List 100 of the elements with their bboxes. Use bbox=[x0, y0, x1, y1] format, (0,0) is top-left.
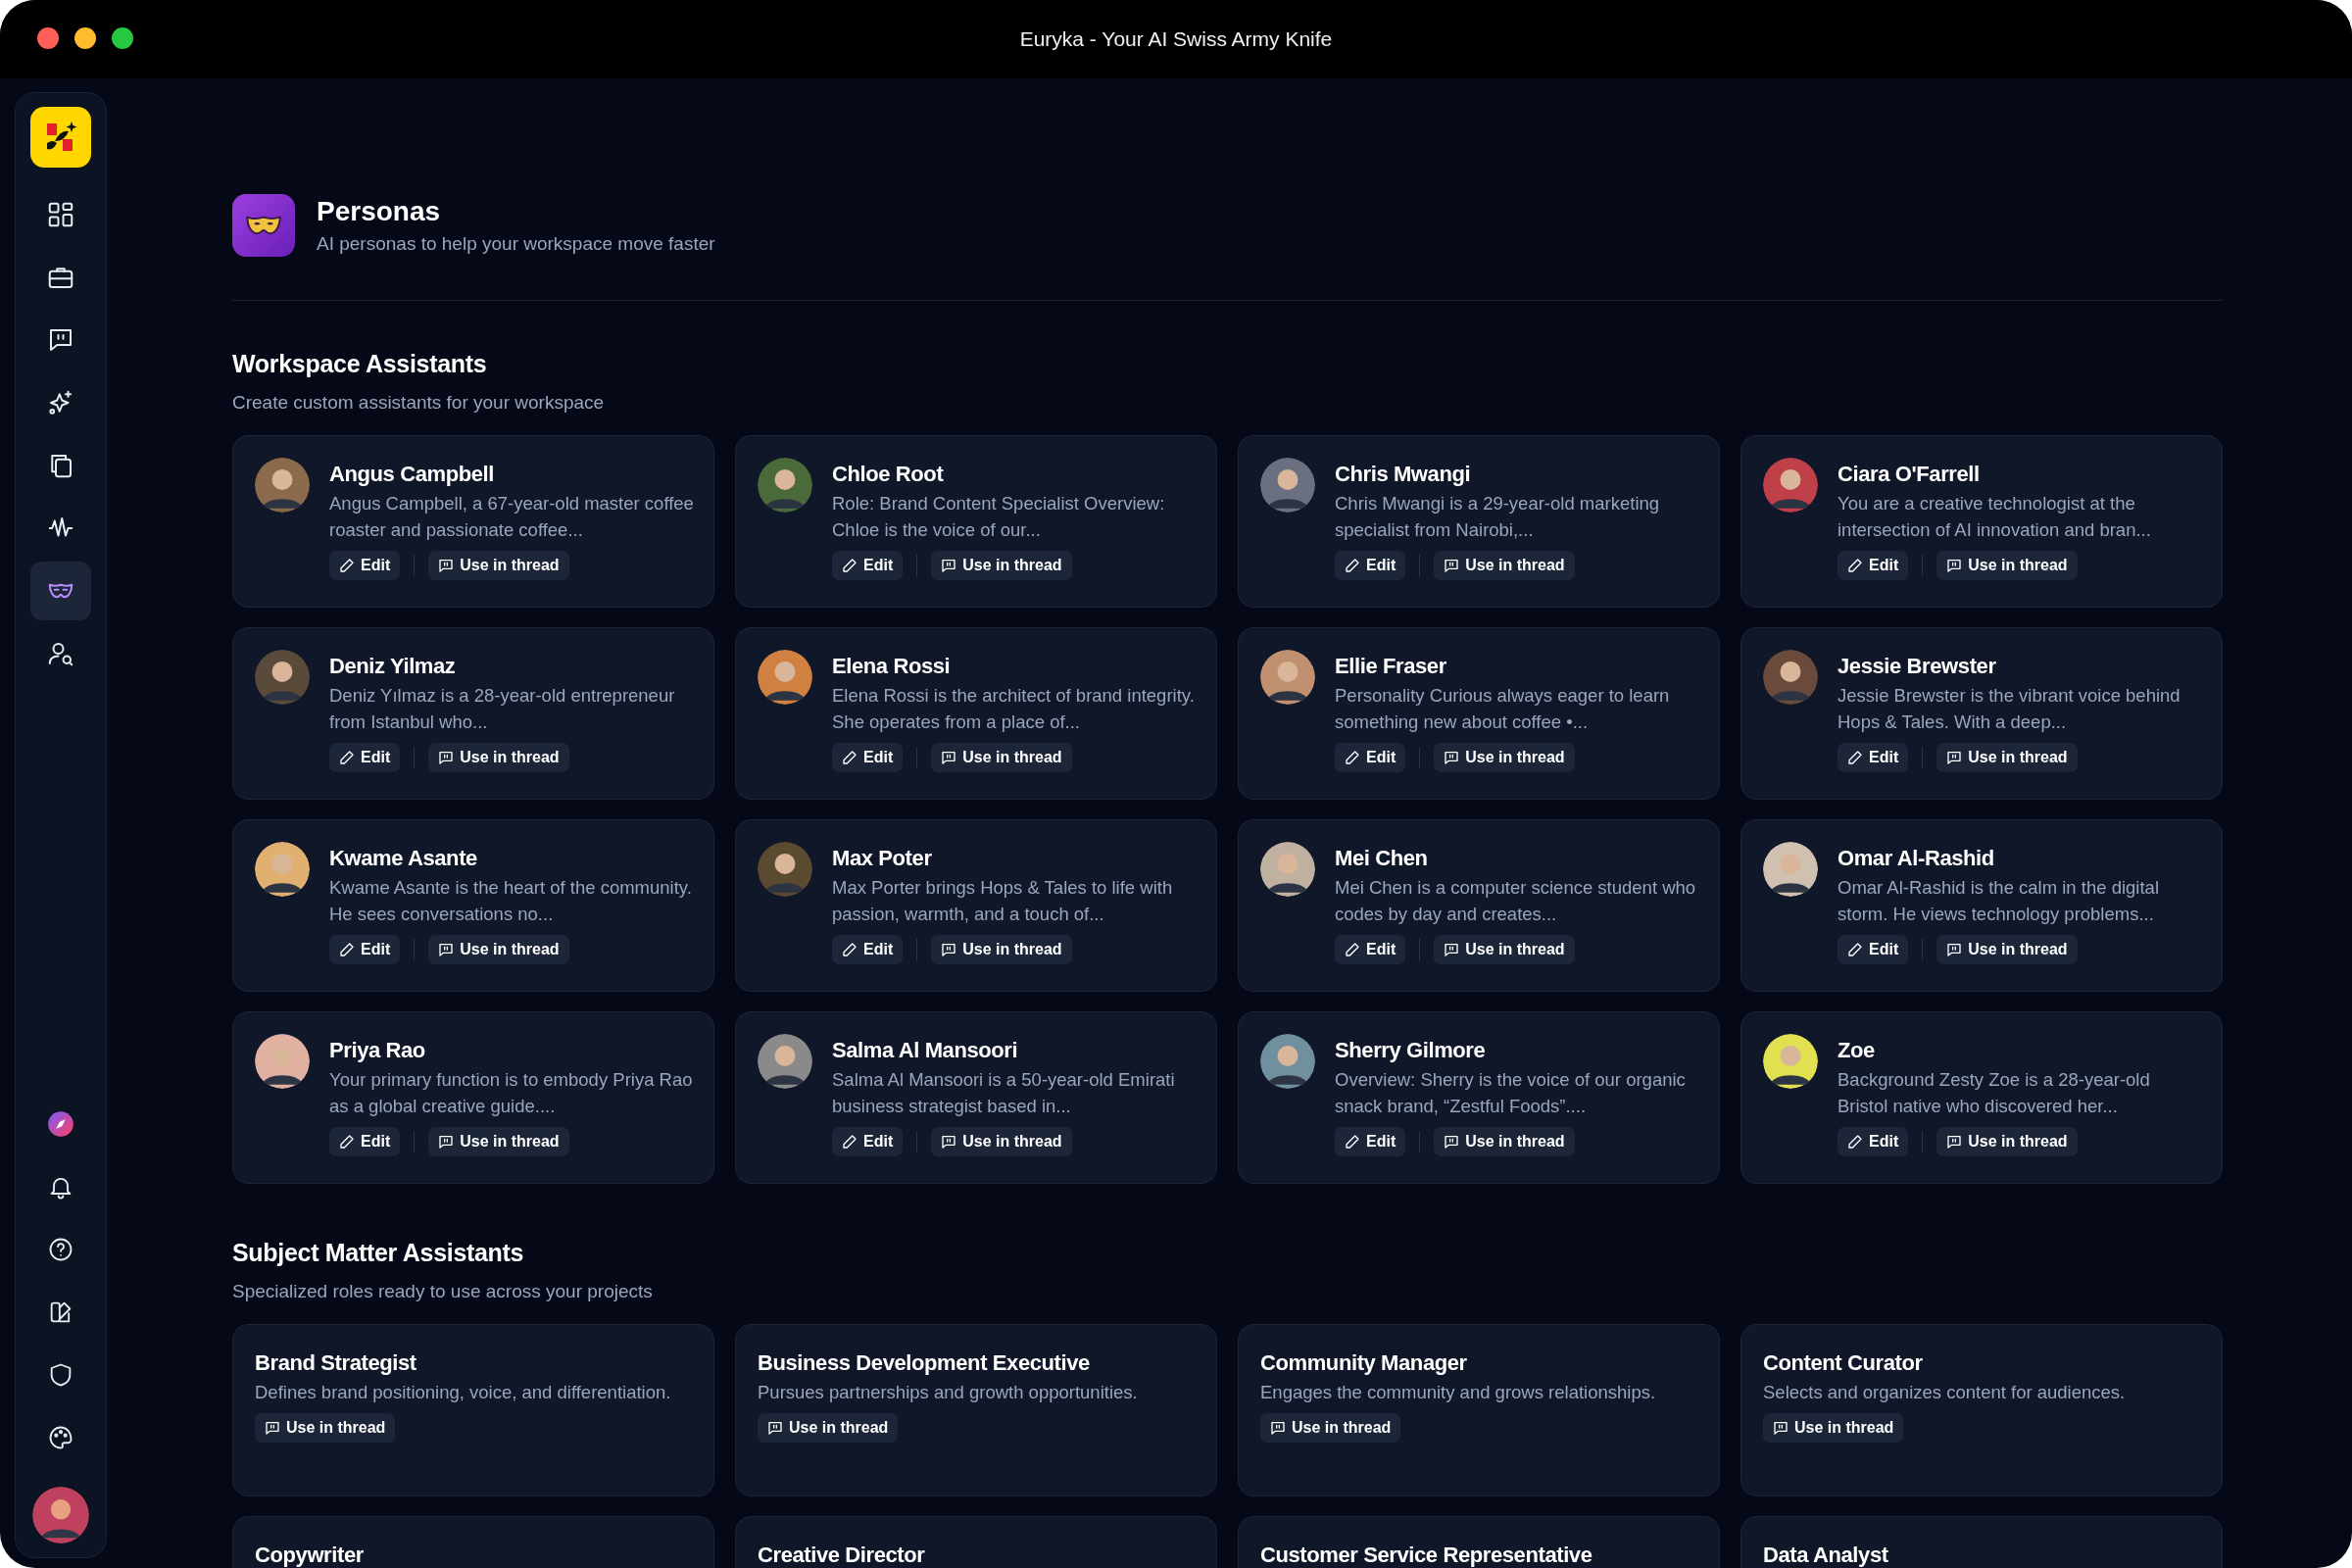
edit-button[interactable]: Edit bbox=[1838, 1127, 1909, 1156]
use-in-thread-button[interactable]: Use in thread bbox=[428, 743, 569, 772]
pencil-icon bbox=[1847, 942, 1863, 957]
use-in-thread-button[interactable]: Use in thread bbox=[428, 935, 569, 964]
avatar bbox=[758, 842, 812, 897]
use-in-thread-button[interactable]: Use in thread bbox=[1260, 1413, 1401, 1443]
section-subtitle: Specialized roles ready to use across your projects bbox=[232, 1281, 654, 1302]
use-in-thread-button[interactable]: Use in thread bbox=[428, 551, 569, 580]
use-in-thread-button[interactable]: Use in thread bbox=[1936, 551, 2078, 580]
edit-button[interactable]: Edit bbox=[832, 935, 904, 964]
chat-icon bbox=[438, 750, 455, 765]
maximize-icon[interactable] bbox=[112, 27, 133, 49]
chat-icon bbox=[1444, 558, 1460, 573]
persona-name: Priya Rao bbox=[329, 1038, 426, 1063]
role-description: Selects and organizes content for audiences. bbox=[1763, 1381, 2127, 1404]
pencil-icon bbox=[842, 1134, 858, 1150]
edit-button[interactable]: Edit bbox=[1838, 743, 1909, 772]
avatar bbox=[255, 1034, 310, 1089]
minimize-icon[interactable] bbox=[74, 27, 96, 49]
avatar bbox=[1260, 458, 1315, 513]
edit-button[interactable]: Edit bbox=[832, 743, 904, 772]
use-in-thread-button[interactable]: Use in thread bbox=[1936, 743, 2078, 772]
page-subtitle: AI personas to help your workspace move faster bbox=[317, 233, 715, 255]
edit-button[interactable]: Edit bbox=[329, 935, 401, 964]
pencil-icon bbox=[1345, 1134, 1360, 1150]
use-in-thread-button[interactable]: Use in thread bbox=[1434, 935, 1575, 964]
use-in-thread-button[interactable]: Use in thread bbox=[1434, 743, 1575, 772]
section-title: Subject Matter Assistants bbox=[232, 1239, 525, 1267]
pencil-icon bbox=[842, 942, 858, 957]
role-name: Data Analyst bbox=[1763, 1543, 1889, 1568]
persona-name: Omar Al-Rashid bbox=[1838, 846, 1995, 871]
persona-description: Background Zesty Zoe is a 28-year-old Bristol native who discovered her... bbox=[1838, 1068, 2151, 1118]
use-in-thread-button[interactable]: Use in thread bbox=[428, 1127, 569, 1156]
use-in-thread-button[interactable]: Use in thread bbox=[1763, 1413, 1904, 1443]
chat-icon bbox=[1946, 942, 1963, 957]
chat-icon bbox=[1444, 942, 1460, 957]
role-name: Copywriter bbox=[255, 1543, 365, 1568]
chat-icon bbox=[941, 558, 957, 573]
pencil-icon bbox=[339, 750, 355, 765]
avatar bbox=[1260, 650, 1315, 705]
persona-description: Kwame Asante is the heart of the community. He sees conversations no... bbox=[329, 876, 693, 926]
use-in-thread-button[interactable]: Use in thread bbox=[931, 935, 1072, 964]
pencil-icon bbox=[339, 558, 355, 573]
use-in-thread-button[interactable]: Use in thread bbox=[931, 551, 1072, 580]
persona-name: Angus Campbell bbox=[329, 462, 495, 487]
use-in-thread-button[interactable]: Use in thread bbox=[931, 743, 1072, 772]
edit-button[interactable]: Edit bbox=[329, 743, 401, 772]
use-in-thread-button[interactable]: Use in thread bbox=[1936, 935, 2078, 964]
role-name: Creative Director bbox=[758, 1543, 926, 1568]
section-title: Workspace Assistants bbox=[232, 350, 488, 378]
pencil-icon bbox=[1847, 750, 1863, 765]
edit-button[interactable]: Edit bbox=[1335, 551, 1406, 580]
persona-name: Elena Rossi bbox=[832, 654, 952, 679]
use-in-thread-button[interactable]: Use in thread bbox=[931, 1127, 1072, 1156]
avatar bbox=[255, 842, 310, 897]
user-avatar[interactable] bbox=[32, 1487, 89, 1544]
persona-description: Max Porter brings Hops & Tales to life with passion, warmth, and a touch of... bbox=[832, 876, 1174, 926]
persona-name: Zoe bbox=[1838, 1038, 1876, 1063]
persona-name: Kwame Asante bbox=[329, 846, 478, 871]
edit-button[interactable]: Edit bbox=[329, 1127, 401, 1156]
use-in-thread-button[interactable]: Use in thread bbox=[1434, 1127, 1575, 1156]
persona-name: Sherry Gilmore bbox=[1335, 1038, 1487, 1063]
edit-button[interactable]: Edit bbox=[1838, 551, 1909, 580]
persona-name: Max Poter bbox=[832, 846, 933, 871]
persona-name: Jessie Brewster bbox=[1838, 654, 1997, 679]
window-title: Euryka - Your AI Swiss Army Knife bbox=[1019, 27, 1333, 51]
chat-icon bbox=[265, 1420, 280, 1436]
chat-icon bbox=[438, 942, 455, 957]
mask-icon[interactable] bbox=[30, 562, 91, 620]
chat-icon bbox=[1444, 750, 1460, 765]
edit-button[interactable]: Edit bbox=[1335, 743, 1406, 772]
avatar bbox=[255, 458, 310, 513]
close-icon[interactable] bbox=[37, 27, 59, 49]
mask-icon bbox=[232, 194, 295, 257]
persona-description: Personality Curious always eager to learn something new about coffee •... bbox=[1335, 684, 1671, 734]
use-in-thread-button[interactable]: Use in thread bbox=[255, 1413, 396, 1443]
edit-button[interactable]: Edit bbox=[1335, 1127, 1406, 1156]
persona-description: Chris Mwangi is a 29-year-old marketing specialist from Nairobi,... bbox=[1335, 492, 1661, 542]
pencil-icon bbox=[1847, 558, 1863, 573]
use-in-thread-button[interactable]: Use in thread bbox=[758, 1413, 899, 1443]
persona-name: Chris Mwangi bbox=[1335, 462, 1472, 487]
persona-description: Elena Rossi is the architect of brand integrity. She operates from a place of... bbox=[832, 684, 1196, 734]
edit-button[interactable]: Edit bbox=[1838, 935, 1909, 964]
edit-button[interactable]: Edit bbox=[832, 551, 904, 580]
avatar bbox=[758, 1034, 812, 1089]
chat-icon bbox=[1946, 558, 1963, 573]
use-in-thread-button[interactable]: Use in thread bbox=[1434, 551, 1575, 580]
avatar bbox=[1763, 842, 1818, 897]
edit-button[interactable]: Edit bbox=[329, 551, 401, 580]
edit-button[interactable]: Edit bbox=[1335, 935, 1406, 964]
chat-icon bbox=[941, 750, 957, 765]
chat-icon bbox=[941, 1134, 957, 1150]
avatar bbox=[1260, 1034, 1315, 1089]
chat-icon bbox=[1773, 1420, 1788, 1436]
logo-icon[interactable] bbox=[30, 107, 91, 168]
use-in-thread-button[interactable]: Use in thread bbox=[1936, 1127, 2078, 1156]
chat-icon bbox=[1946, 750, 1963, 765]
edit-button[interactable]: Edit bbox=[832, 1127, 904, 1156]
pencil-icon bbox=[1847, 1134, 1863, 1150]
chat-icon bbox=[438, 1134, 455, 1150]
